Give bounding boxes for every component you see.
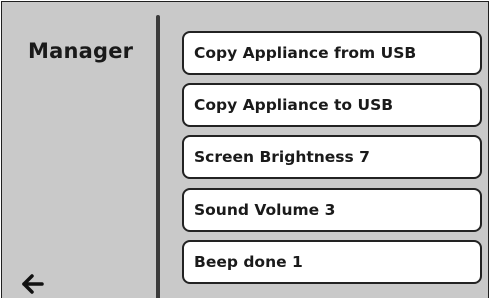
menu-item-label: Sound Volume 3 (194, 201, 336, 219)
manager-screen: Manager Copy Appliance from USB Copy App… (1, 1, 489, 298)
screen-brightness-button[interactable]: Screen Brightness 7 (182, 135, 482, 179)
copy-appliance-to-usb-button[interactable]: Copy Appliance to USB (182, 83, 482, 127)
sound-volume-button[interactable]: Sound Volume 3 (182, 188, 482, 232)
menu-item-label: Copy Appliance to USB (194, 96, 394, 114)
back-button[interactable] (18, 264, 58, 296)
menu-item-label: Screen Brightness 7 (194, 148, 370, 166)
beep-done-button[interactable]: Beep done 1 (182, 240, 482, 284)
sidebar-divider (156, 15, 160, 298)
copy-appliance-from-usb-button[interactable]: Copy Appliance from USB (182, 31, 482, 75)
page-title: Manager (28, 39, 134, 63)
left-arrow-icon (22, 274, 44, 294)
menu-item-label: Beep done 1 (194, 253, 303, 271)
menu-item-label: Copy Appliance from USB (194, 44, 417, 62)
